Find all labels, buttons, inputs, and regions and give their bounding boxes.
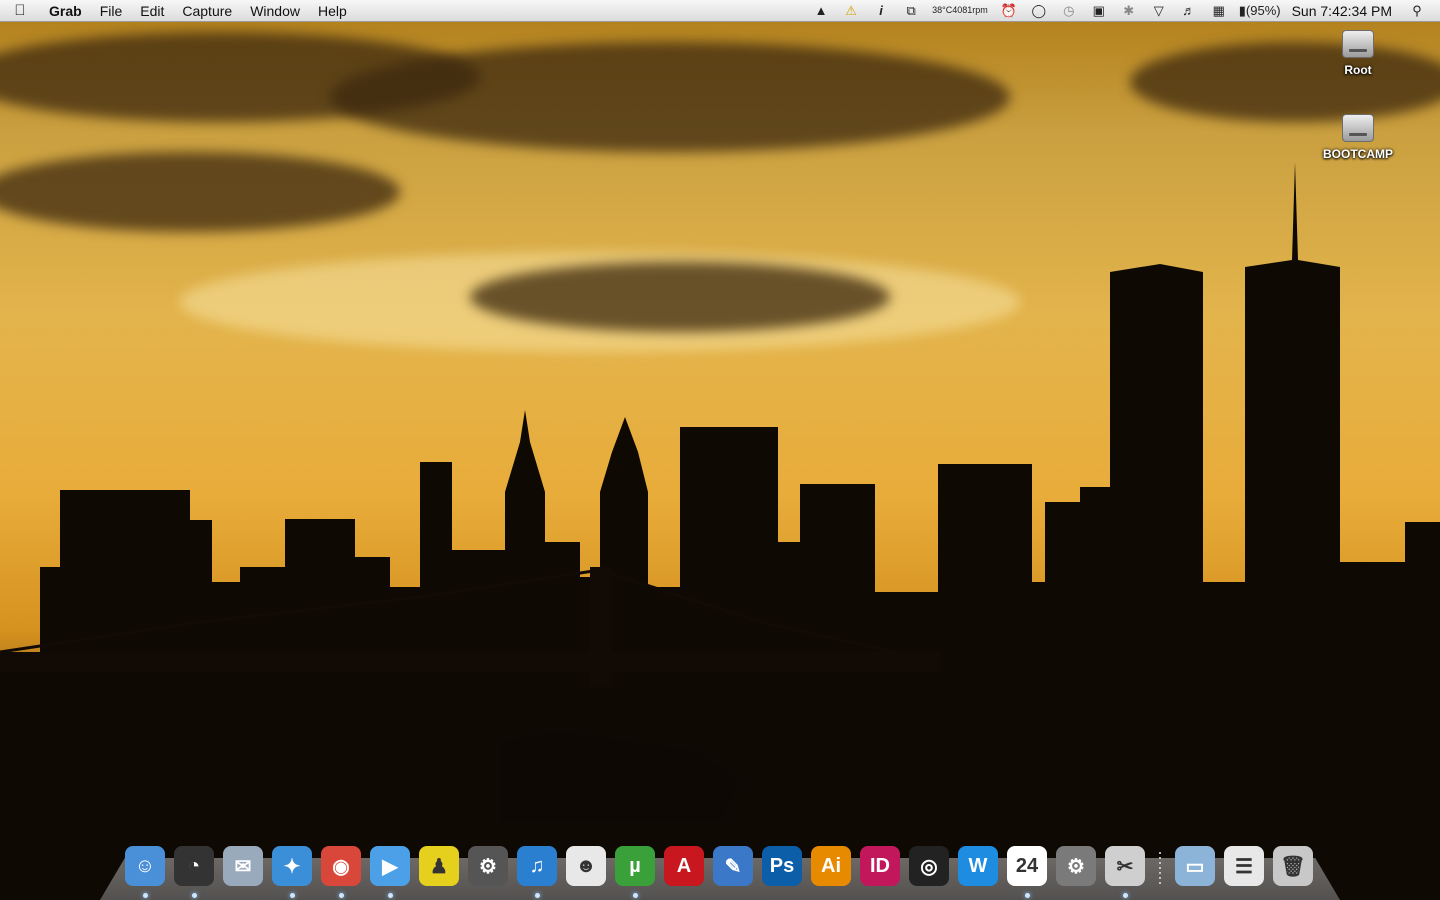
photoshop-icon: Ps bbox=[762, 846, 802, 886]
trash-icon: 🗑 bbox=[1273, 846, 1313, 886]
running-indicator bbox=[191, 893, 197, 898]
ical-dock-item[interactable]: 24 bbox=[1003, 842, 1051, 898]
word-icon: W bbox=[958, 846, 998, 886]
downloads-stack-icon: ☰ bbox=[1224, 846, 1264, 886]
utorrent-dock-item[interactable]: µ bbox=[611, 842, 659, 898]
adium-icon: ♟ bbox=[419, 846, 459, 886]
running-indicator bbox=[534, 893, 540, 898]
illustrator-icon: Ai bbox=[811, 846, 851, 886]
safari-icon: ✦ bbox=[272, 846, 312, 886]
chat-status-icon[interactable]: ◯ bbox=[1024, 3, 1054, 19]
time-machine-icon[interactable]: ◷ bbox=[1054, 3, 1084, 19]
wifi-icon[interactable]: ▽ bbox=[1144, 3, 1174, 19]
desktop-icon-label: BOOTCAMP bbox=[1323, 147, 1393, 161]
itunes-icon: ♫ bbox=[517, 846, 557, 886]
running-indicator bbox=[1122, 893, 1128, 898]
steam-dock-item[interactable]: ⚙ bbox=[464, 842, 512, 890]
downloads-stack-dock-item[interactable]: ☰ bbox=[1220, 842, 1268, 890]
running-indicator bbox=[387, 893, 393, 898]
menu-window[interactable]: Window bbox=[241, 0, 309, 22]
hard-drive-icon bbox=[1342, 30, 1374, 58]
grab-dock-item[interactable]: ✂ bbox=[1101, 842, 1149, 898]
desktop-wallpaper bbox=[0, 22, 1440, 900]
chrome-dock-item[interactable]: ◉ bbox=[317, 842, 365, 898]
battery-status[interactable]: ▮ (95%) bbox=[1234, 3, 1286, 19]
utorrent-icon: µ bbox=[615, 846, 655, 886]
warning-icon[interactable]: ⚠ bbox=[836, 3, 866, 19]
info-icon[interactable]: i bbox=[866, 3, 896, 18]
applications-folder-icon: ▭ bbox=[1175, 846, 1215, 886]
bluetooth-icon[interactable]: ✱ bbox=[1114, 3, 1144, 19]
acrobat-icon: A bbox=[664, 846, 704, 886]
chrome-icon: ◉ bbox=[321, 846, 361, 886]
apple-menu-icon[interactable]:  bbox=[0, 2, 40, 19]
hard-drive-icon bbox=[1342, 114, 1374, 142]
temperature-monitor[interactable]: 38°C 4081rpm bbox=[926, 6, 994, 15]
dock-separator bbox=[1154, 846, 1166, 890]
volume-icon[interactable]: ♬ bbox=[1174, 3, 1204, 18]
acrobat-dock-item[interactable]: A bbox=[660, 842, 708, 890]
system-preferences-icon: ⚙ bbox=[1056, 846, 1096, 886]
adium-dock-item[interactable]: ♟ bbox=[415, 842, 463, 890]
steam-icon: ⚙ bbox=[468, 846, 508, 886]
menu-bar:  Grab File Edit Capture Window Help ▲ ⚠… bbox=[0, 0, 1440, 22]
lock-icon[interactable]: ▣ bbox=[1084, 3, 1114, 19]
cyberduck-dock-item[interactable]: ☻ bbox=[562, 842, 610, 890]
app-menu-grab[interactable]: Grab bbox=[40, 0, 91, 22]
dashboard-dock-item[interactable]: ◔ bbox=[170, 842, 218, 898]
alarm-clock-icon[interactable]: ⏰ bbox=[994, 3, 1024, 19]
aperture-icon: ◎ bbox=[909, 846, 949, 886]
word-dock-item[interactable]: W bbox=[954, 842, 1002, 890]
system-preferences-dock-item[interactable]: ⚙ bbox=[1052, 842, 1100, 890]
xcode-icon: ✎ bbox=[713, 846, 753, 886]
temperature-value: 38°C bbox=[932, 5, 953, 15]
dashboard-icon: ◔ bbox=[174, 846, 214, 886]
grab-icon: ✂ bbox=[1105, 846, 1145, 886]
trash-dock-item[interactable]: 🗑 bbox=[1269, 842, 1317, 890]
menu-clock[interactable]: Sun 7:42:34 PM bbox=[1286, 3, 1402, 19]
fan-speed-value: 4081rpm bbox=[952, 5, 988, 15]
running-indicator bbox=[632, 893, 638, 898]
applications-folder-dock-item[interactable]: ▭ bbox=[1171, 842, 1219, 890]
mail-dock-item[interactable]: ✉ bbox=[219, 842, 267, 890]
ical-icon: 24 bbox=[1007, 846, 1047, 886]
desktop-icon-root[interactable]: Root bbox=[1313, 30, 1403, 79]
keyboard-viewer-icon[interactable]: ▦ bbox=[1204, 3, 1234, 19]
finder-dock-item[interactable]: ☺ bbox=[121, 842, 169, 898]
xcode-dock-item[interactable]: ✎ bbox=[709, 842, 757, 890]
text-input-menu-icon[interactable]: ▲ bbox=[806, 3, 836, 18]
running-indicator bbox=[338, 893, 344, 898]
ichat-icon: ▶ bbox=[370, 846, 410, 886]
indesign-icon: ID bbox=[860, 846, 900, 886]
menu-file[interactable]: File bbox=[91, 0, 132, 22]
desktop-icon-label: Root bbox=[1344, 63, 1372, 77]
city-skyline bbox=[0, 162, 1440, 900]
photoshop-dock-item[interactable]: Ps bbox=[758, 842, 806, 890]
running-indicator bbox=[289, 893, 295, 898]
display-mirroring-icon[interactable]: ⧉ bbox=[896, 3, 926, 19]
running-indicator bbox=[1024, 893, 1030, 898]
safari-dock-item[interactable]: ✦ bbox=[268, 842, 316, 898]
mail-icon: ✉ bbox=[223, 846, 263, 886]
ichat-dock-item[interactable]: ▶ bbox=[366, 842, 414, 898]
aperture-dock-item[interactable]: ◎ bbox=[905, 842, 953, 890]
cyberduck-icon: ☻ bbox=[566, 846, 606, 886]
illustrator-dock-item[interactable]: Ai bbox=[807, 842, 855, 890]
desktop-icon-bootcamp[interactable]: BOOTCAMP bbox=[1313, 114, 1403, 163]
spotlight-search-icon[interactable]: ⚲ bbox=[1402, 3, 1432, 19]
menu-help[interactable]: Help bbox=[309, 0, 356, 22]
battery-icon: ▮ bbox=[1238, 2, 1246, 18]
itunes-dock-item[interactable]: ♫ bbox=[513, 842, 561, 898]
battery-percentage: (95%) bbox=[1245, 3, 1281, 18]
menu-edit[interactable]: Edit bbox=[131, 0, 173, 22]
dock: ☺ ◔ ✉ ✦ ◉ ▶ ♟ ⚙ ♫ ☻ µ A ✎ Ps Ai ID ◎ W 24 ⚙ ✂ ▭ ☰ 🗑 bbox=[121, 838, 1317, 898]
indesign-dock-item[interactable]: ID bbox=[856, 842, 904, 890]
finder-icon: ☺ bbox=[125, 846, 165, 886]
running-indicator bbox=[142, 893, 148, 898]
menu-capture[interactable]: Capture bbox=[173, 0, 241, 22]
